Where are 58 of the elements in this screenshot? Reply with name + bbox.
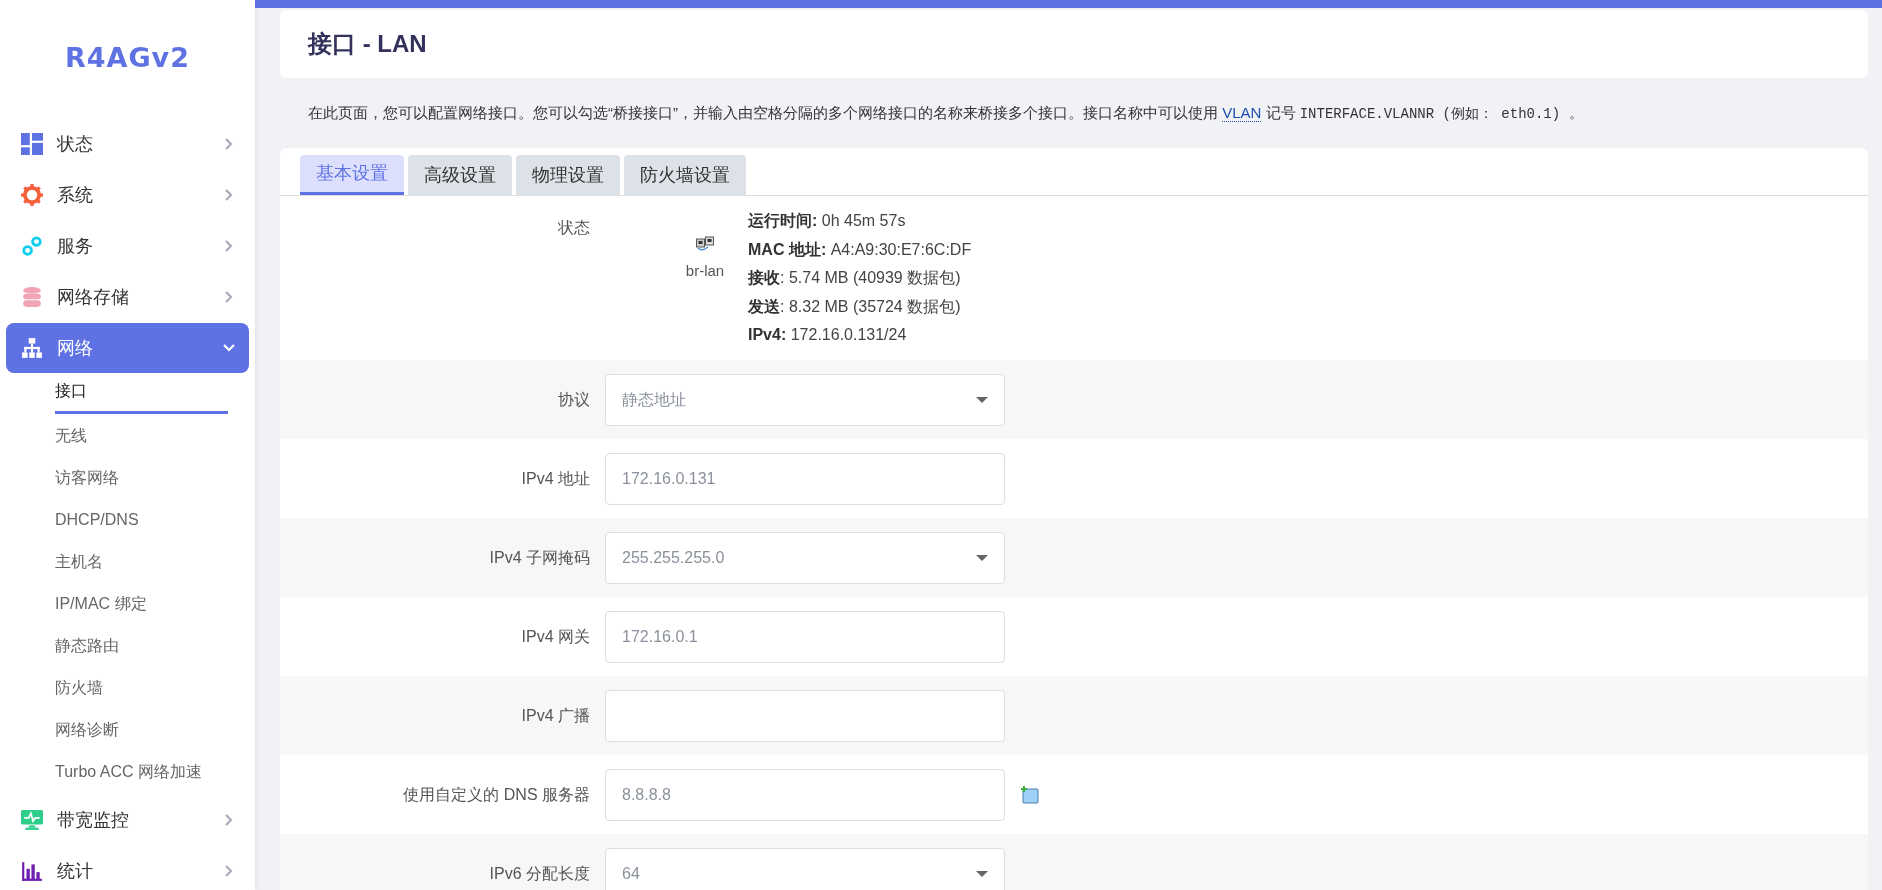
submenu-item[interactable]: 网络诊断 xyxy=(55,710,228,752)
field-label: IPv4 子网掩码 xyxy=(488,547,590,568)
logo-text: R4AGv2 xyxy=(64,41,191,75)
select-field[interactable]: 静态地址 xyxy=(605,373,1005,426)
caret-icon xyxy=(976,554,988,561)
field-label: IPv4 网关 xyxy=(520,626,590,647)
input-field[interactable]: 172.16.0.1 xyxy=(605,610,1005,663)
tab[interactable]: 物理设置 xyxy=(516,155,620,195)
caret-icon xyxy=(976,870,988,877)
submenu-item[interactable]: IP/MAC 绑定 xyxy=(55,584,228,626)
status-line: 接收: 5.74 MB (40939 数据包) xyxy=(748,268,962,288)
description-text: 在此页面，您可以配置网络接口。您可以勾选“桥接接口”，并输入由空格分隔的多个网络接口的名称来桥接多个接口。接口名称中可以使用 VLAN 记号 INTERFACE.VLANNR (例如： eth0.1) 。 xyxy=(308,102,1583,124)
gears-icon xyxy=(21,235,43,257)
field-label: IPv6 分配长度 xyxy=(488,863,590,884)
network-icon xyxy=(21,337,43,359)
add-document-icon[interactable] xyxy=(1021,785,1039,804)
field-label: 状态 xyxy=(557,218,590,238)
input-field[interactable]: 8.8.8.8 xyxy=(605,768,1005,821)
field-label: IPv4 广播 xyxy=(520,705,590,726)
bar-chart-icon xyxy=(21,860,43,882)
database-icon xyxy=(21,286,43,308)
submenu-item[interactable]: 主机名 xyxy=(55,542,228,584)
monitor-icon xyxy=(21,809,43,831)
menu-item[interactable]: 网络 xyxy=(6,323,249,373)
select-field[interactable]: 255.255.255.0 xyxy=(605,531,1005,584)
field-label: 协议 xyxy=(557,389,590,410)
status-line: 发送: 8.32 MB (35724 数据包) xyxy=(748,296,962,317)
device-name: br-lan xyxy=(685,261,725,281)
tab[interactable]: 基本设置 xyxy=(300,155,404,195)
caret-icon xyxy=(976,396,988,403)
grid-icon xyxy=(21,133,43,155)
submenu-item[interactable]: DHCP/DNS xyxy=(55,500,228,542)
submenu-item[interactable]: 接口 xyxy=(55,374,228,414)
page-title: 接口 - LAN xyxy=(308,29,427,59)
field-label: IPv4 地址 xyxy=(520,468,590,489)
submenu-item[interactable]: 访客网络 xyxy=(55,458,228,500)
vlan-link[interactable]: VLAN xyxy=(1222,103,1262,122)
menu-item[interactable]: 统计 xyxy=(6,846,249,890)
menu-item[interactable]: 带宽监控 xyxy=(6,795,249,845)
select-field[interactable]: 64 xyxy=(605,847,1005,890)
submenu-item[interactable]: 防火墙 xyxy=(55,668,228,710)
gear-icon xyxy=(21,184,43,206)
submenu-item[interactable]: 无线 xyxy=(55,416,228,458)
input-field[interactable]: 172.16.0.131 xyxy=(605,452,1005,505)
tab[interactable]: 防火墙设置 xyxy=(624,155,746,195)
status-line: IPv4: 172.16.0.131/24 xyxy=(748,325,908,345)
ethernet-ports-icon xyxy=(696,236,714,252)
tab[interactable]: 高级设置 xyxy=(408,155,512,195)
field-label: 使用自定义的 DNS 服务器 xyxy=(402,784,590,805)
input-field[interactable] xyxy=(605,689,1005,742)
menu-item[interactable]: 状态 xyxy=(6,119,249,169)
submenu-item[interactable]: Turbo ACC 网络加速 xyxy=(55,752,228,794)
submenu-item[interactable]: 静态路由 xyxy=(55,626,228,668)
status-line: 运行时间: 0h 45m 57s xyxy=(748,211,907,231)
menu-item[interactable]: 服务 xyxy=(6,221,249,271)
status-line: MAC 地址: A4:A9:30:E7:6C:DF xyxy=(748,239,972,260)
menu-item[interactable]: 网络存储 xyxy=(6,272,249,322)
menu-item[interactable]: 系统 xyxy=(6,170,249,220)
